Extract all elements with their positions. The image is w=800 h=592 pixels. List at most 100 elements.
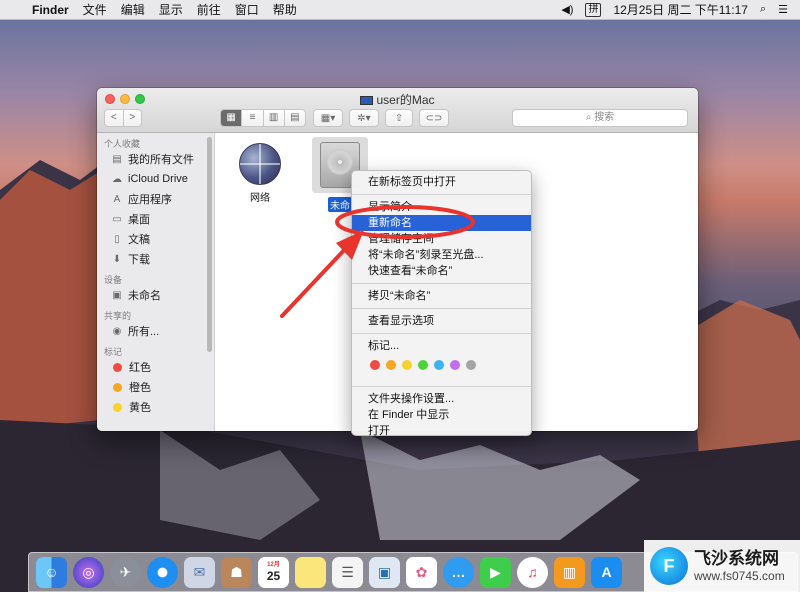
menu-item-open-new-tab[interactable]: 在新标签页中打开 — [352, 174, 531, 190]
menu-item-tags[interactable]: 标记... — [352, 338, 531, 354]
menu-item-burn-disc[interactable]: 将“未命名”刻录至光盘... — [352, 247, 531, 263]
photos-icon[interactable]: ✿ — [406, 556, 437, 588]
desktop-icon: ▭ — [112, 213, 122, 225]
menu-help[interactable]: 帮助 — [273, 1, 297, 18]
messages-icon[interactable]: … — [443, 556, 474, 588]
safari-icon[interactable]: ✦ — [147, 556, 178, 588]
sidebar-header-favorites: 个人收藏 — [104, 139, 141, 149]
back-forward-buttons: < > — [104, 109, 142, 127]
red-tag-dot[interactable] — [370, 360, 380, 370]
watermark-title: 飞沙系统网 — [694, 549, 779, 568]
all-files-icon: ▤ — [112, 153, 122, 165]
icon-view-icon[interactable]: ▦ — [221, 110, 242, 126]
clock[interactable]: 12月25日 周二 下午11:17 — [613, 1, 748, 18]
siri-icon[interactable]: ◎ — [73, 556, 104, 588]
calendar-day: 25 — [266, 568, 281, 583]
file-item-network[interactable]: 网络 — [228, 143, 292, 204]
menu-item-get-info[interactable]: 显示简介 — [352, 199, 531, 215]
sidebar-item-shared-all[interactable]: ◉ 所有... — [97, 321, 214, 341]
sidebar-item-tag-orange[interactable]: 橙色 — [97, 377, 214, 397]
music-icon[interactable]: ♫ — [517, 556, 548, 588]
share-button[interactable]: ⇧ — [385, 109, 413, 127]
menu-item-rename[interactable]: 重新命名 — [352, 215, 531, 231]
green-tag-dot[interactable] — [418, 360, 428, 370]
preview-icon[interactable]: ▣ — [369, 556, 400, 588]
purple-tag-dot[interactable] — [450, 360, 460, 370]
menu-file[interactable]: 文件 — [83, 1, 107, 18]
sidebar-item-desktop[interactable]: ▭ 桌面 — [97, 209, 214, 229]
blue-tag-dot[interactable] — [434, 360, 444, 370]
applications-icon: A — [113, 193, 121, 205]
reminders-icon[interactable]: ☰ — [332, 556, 363, 588]
menu-item-show-in-finder[interactable]: 在 Finder 中显示 — [352, 407, 531, 423]
menu-separator — [352, 194, 531, 195]
file-label: 网络 — [250, 193, 270, 204]
facetime-icon[interactable]: ▶ — [480, 556, 511, 588]
arrange-button[interactable]: ▦▾ — [313, 109, 343, 127]
search-icon: ⌕ — [585, 112, 595, 123]
sidebar-header-shared: 共享的 — [104, 311, 132, 321]
menu-separator — [352, 308, 531, 309]
mail-icon[interactable]: ✉ — [184, 556, 215, 588]
sidebar-item-tag-red[interactable]: 红色 — [97, 357, 214, 377]
cloud-icon: ☁ — [112, 173, 122, 185]
app-menu-finder[interactable]: Finder — [32, 3, 69, 17]
coverflow-view-icon[interactable]: ▤ — [283, 110, 305, 126]
input-method-icon[interactable]: 拼 — [585, 2, 602, 17]
toolbar: user的Mac < > ▦ ≡ ▥ ▤ ▦▾ ✲▾ ⇧ ⊂⊃ ⌕ 搜索 — [97, 88, 698, 133]
notification-center-icon[interactable]: ☰ — [778, 3, 788, 16]
orange-tag-dot[interactable] — [386, 360, 396, 370]
finder-icon[interactable]: ☺ — [36, 556, 67, 588]
sidebar-scrollbar[interactable] — [207, 137, 212, 352]
sidebar-item-applications[interactable]: A 应用程序 — [97, 189, 214, 209]
tag-color-row — [352, 354, 531, 376]
tags-button[interactable]: ⊂⊃ — [419, 109, 449, 127]
sidebar-item-icloud[interactable]: ☁ iCloud Drive — [97, 169, 214, 189]
yellow-tag-dot[interactable] — [402, 360, 412, 370]
file-label-selected: 未命 — [328, 197, 352, 212]
contacts-icon[interactable]: ☗ — [221, 556, 252, 588]
menu-bar: Finder 文件 编辑 显示 前往 窗口 帮助 ◀) 拼 12月25日 周二 … — [0, 0, 800, 20]
spotlight-icon[interactable]: ⌕ — [760, 3, 766, 16]
sidebar-item-all-files[interactable]: ▤ 我的所有文件 — [97, 149, 214, 169]
back-button[interactable]: < — [105, 110, 123, 126]
launchpad-icon[interactable]: ✈ — [110, 556, 141, 588]
forward-button[interactable]: > — [122, 110, 142, 126]
menu-item-open[interactable]: 打开 — [352, 423, 531, 439]
volume-icon[interactable]: ◀) — [561, 3, 573, 16]
calendar-icon[interactable]: 12月 25 — [258, 556, 289, 588]
notes-icon[interactable] — [295, 556, 326, 588]
sidebar: 个人收藏 ▤ 我的所有文件 ☁ iCloud Drive A 应用程序 ▭ 桌面 ▯ 文稿… — [97, 133, 215, 431]
context-menu: 在新标签页中打开 显示简介 重新命名 管理储存空间 将“未命名”刻录至光盘...… — [351, 170, 532, 439]
menu-view[interactable]: 显示 — [159, 1, 183, 18]
search-input[interactable]: ⌕ 搜索 — [512, 109, 688, 127]
watermark: F 飞沙系统网 www.fs0745.com — [644, 540, 800, 592]
sidebar-item-tag-yellow[interactable]: 黄色 — [97, 397, 214, 417]
sidebar-item-untitled-disk[interactable]: ▣ 未命名 — [97, 285, 214, 305]
menu-item-view-options[interactable]: 查看显示选项 — [352, 313, 531, 329]
computer-icon — [360, 96, 374, 106]
menu-window[interactable]: 窗口 — [235, 1, 259, 18]
action-button[interactable]: ✲▾ — [349, 109, 379, 127]
menu-go[interactable]: 前往 — [197, 1, 221, 18]
window-title: user的Mac — [97, 91, 698, 108]
menu-edit[interactable]: 编辑 — [121, 1, 145, 18]
gray-tag-dot[interactable] — [466, 360, 476, 370]
ibooks-icon[interactable]: ▥ — [554, 556, 585, 588]
sidebar-item-documents[interactable]: ▯ 文稿 — [97, 229, 214, 249]
sidebar-item-downloads[interactable]: ⬇ 下载 — [97, 249, 214, 269]
column-view-icon[interactable]: ▥ — [262, 110, 284, 126]
menu-item-copy[interactable]: 拷贝“未命名” — [352, 288, 531, 304]
share-icon: ⇧ — [394, 112, 404, 124]
sidebar-header-devices: 设备 — [104, 275, 123, 285]
arrange-icon: ▦▾ — [320, 112, 336, 124]
calendar-month: 12月 — [267, 561, 280, 568]
menu-item-manage-storage[interactable]: 管理储存空间 — [352, 231, 531, 247]
downloads-icon: ⬇ — [112, 253, 122, 265]
appstore-icon[interactable]: A — [591, 556, 622, 588]
watermark-url: www.fs0745.com — [694, 569, 785, 583]
menu-item-quick-look[interactable]: 快速查看“未命名” — [352, 263, 531, 279]
disk-icon: ▣ — [112, 289, 122, 301]
menu-item-folder-actions[interactable]: 文件夹操作设置... — [352, 391, 531, 407]
list-view-icon[interactable]: ≡ — [241, 110, 262, 126]
